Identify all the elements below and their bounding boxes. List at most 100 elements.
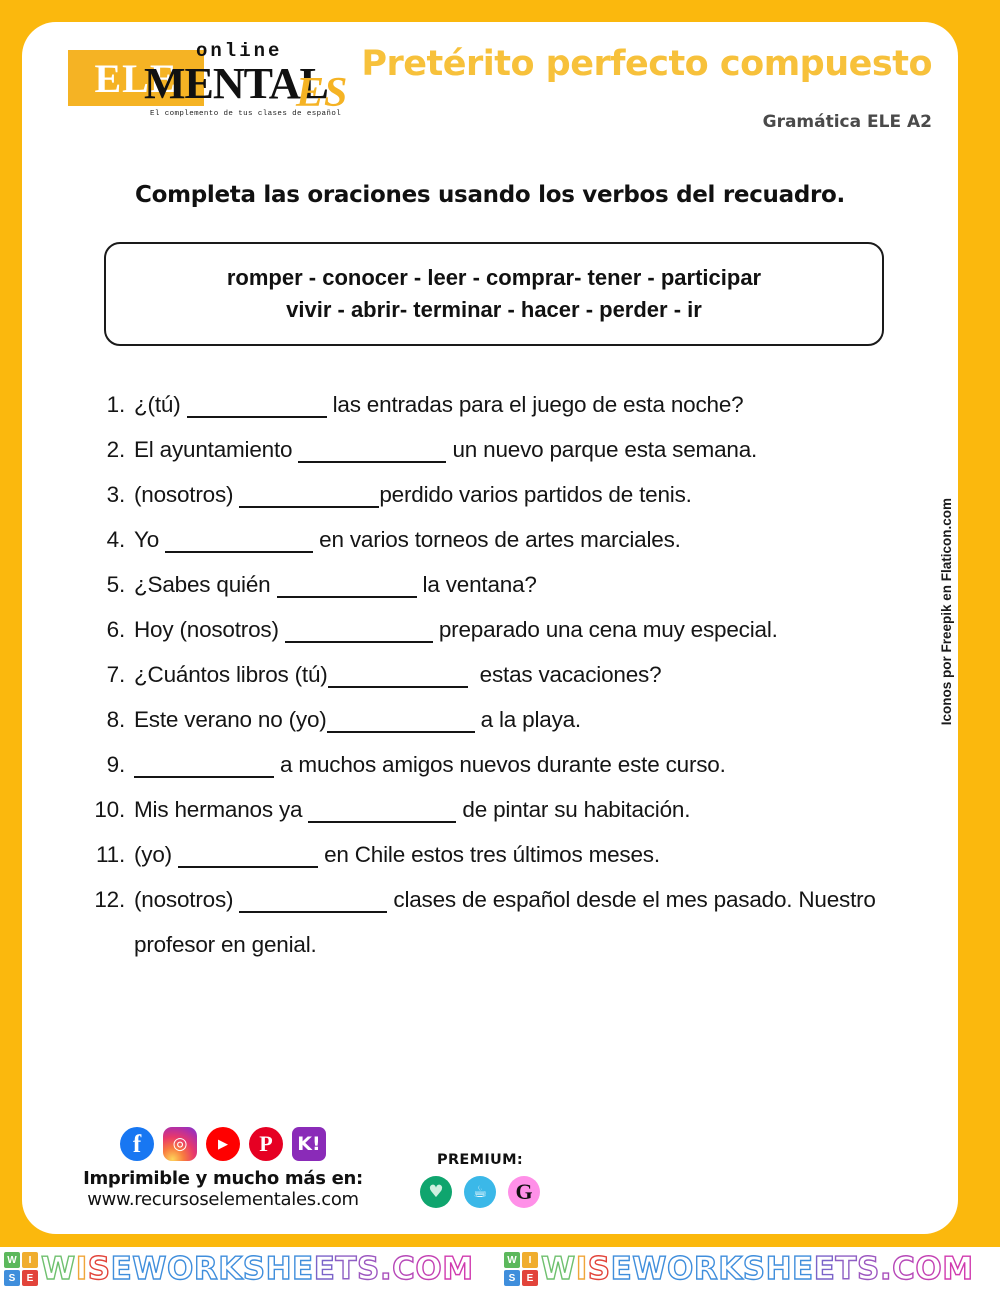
exercise-item: 4. Yo en varios torneos de artes marciale… (80, 517, 960, 562)
page-title: Pretérito perfecto compuesto (361, 44, 932, 84)
sentence-suffix: preparado una cena muy especial. (432, 617, 778, 642)
ko-fi-icon[interactable]: ☕ (464, 1176, 496, 1208)
exercise-sentence: ¿Cuántos libros (tú) estas vacaciones? (134, 652, 960, 697)
wise-logo-cell: W (4, 1252, 20, 1268)
exercise-number: 6. (106, 617, 126, 642)
logo-tagline: El complemento de tus clases de español (150, 110, 342, 118)
facebook-icon[interactable]: f (120, 1127, 154, 1161)
sentence-suffix: las entradas para el juego de esta noche… (326, 392, 744, 417)
answer-blank[interactable] (284, 641, 433, 643)
sentence-prefix: ¿(tú) (134, 392, 187, 417)
footer-brand-block: f ◎ ▶ P K! Imprimible y mucho más en: ww… (58, 1127, 388, 1210)
exercise-item: 3. (nosotros) perdido varios partidos de … (80, 472, 960, 517)
bottom-watermark: W I S E WISEWORKSHEETS.COM W I S E WISEWORKSHEETS… (0, 1247, 1000, 1291)
icon-credit-note: Iconos por Freepik en Flaticon.com (936, 452, 956, 772)
icon-credit-text: Iconos por Freepik en Flaticon.com (938, 498, 954, 726)
answer-blank[interactable] (276, 596, 417, 598)
page-header: ELE online MENTAL ES El complemento de t… (22, 22, 958, 142)
sentence-prefix: (yo) (134, 842, 179, 867)
exercise-number: 8. (106, 707, 126, 732)
exercise-sentence: Yo en varios torneos de artes marciales. (134, 517, 960, 562)
exercise-sentence: ¿(tú) las entradas para el juego de esta… (134, 382, 960, 427)
exercise-sentence: Hoy (nosotros) preparado una cena muy es… (134, 607, 960, 652)
watermark-unit: W I S E WISEWORKSHEETS.COM (0, 1252, 500, 1286)
premium-label: PREMIUM: (437, 1152, 523, 1168)
exercise-item: 7. ¿Cuántos libros (tú) estas vacaciones? (80, 652, 960, 697)
brand-logo: ELE online MENTAL ES El complemento de t… (68, 36, 358, 136)
answer-blank[interactable] (134, 776, 274, 778)
exercise-item: 1. ¿(tú) las entradas para el juego de es… (80, 382, 960, 427)
watermark-text: WISEWORKSHEETS.COM (40, 1250, 474, 1287)
premium-icon-row: ♥ ☕ G (390, 1176, 570, 1208)
sentence-suffix: a la playa. (474, 707, 582, 732)
exercise-sentence: El ayuntamiento un nuevo parque esta sem… (134, 427, 960, 472)
exercise-sentence: Este verano no (yo) a la playa. (134, 697, 960, 742)
wise-logo-cell: S (4, 1270, 20, 1286)
exercise-item: 12. (nosotros) clases de español desde el… (80, 877, 960, 967)
wise-logo-icon: WISE (504, 1252, 538, 1286)
answer-blank[interactable] (239, 911, 388, 913)
sentence-suffix: a muchos amigos nuevos durante este curs… (274, 752, 726, 777)
footer-website-url[interactable]: www.recursoselementales.com (58, 1189, 388, 1210)
exercise-number: 11. (95, 842, 125, 867)
verb-bank-box: romper - conocer - leer - comprar- tener… (104, 242, 884, 346)
exercise-number: 9. (106, 752, 126, 777)
exercise-number: 1. (106, 392, 126, 417)
exercise-sentence: a muchos amigos nuevos durante este curs… (134, 742, 960, 787)
worksheet-page: ELE online MENTAL ES El complemento de t… (22, 22, 958, 1234)
sentence-prefix: Este verano no (yo) (134, 707, 327, 732)
sentence-prefix: ¿Sabes quién (134, 572, 277, 597)
pinterest-icon[interactable]: P (249, 1127, 283, 1161)
kahoot-icon[interactable]: K! (292, 1127, 326, 1161)
wise-logo-icon: WISE (4, 1252, 38, 1286)
sentence-suffix: perdido varios partidos de tenis. (379, 482, 692, 507)
exercise-item: 2. El ayuntamiento un nuevo parque esta s… (80, 427, 960, 472)
answer-blank[interactable] (178, 866, 319, 868)
exercise-item: 5. ¿Sabes quién la ventana? (80, 562, 960, 607)
exercise-sentence: Mis hermanos ya de pintar su habitación. (134, 787, 960, 832)
sentence-suffix: en Chile estos tres últimos meses. (318, 842, 660, 867)
watermark-text: WISEWORKSHEETS.COM (540, 1250, 974, 1287)
exercise-sentence: (nosotros) perdido varios partidos de te… (134, 472, 960, 517)
sentence-suffix: clases de español desde el mes pasado. N… (134, 887, 882, 957)
wise-logo-cell: I (522, 1252, 538, 1268)
wise-logo-cell: S (504, 1270, 520, 1286)
answer-blank[interactable] (308, 821, 457, 823)
answer-blank[interactable] (165, 551, 314, 553)
sentence-suffix: en varios torneos de artes marciales. (313, 527, 681, 552)
sentence-prefix: Mis hermanos ya (134, 797, 309, 822)
exercise-item: 10. Mis hermanos ya de pintar su habitaci… (80, 787, 960, 832)
teachers-pay-teachers-icon[interactable]: ♥ (420, 1176, 452, 1208)
sentence-suffix: estas vacaciones? (467, 662, 662, 687)
exercise-item: 11. (yo) en Chile estos tres últimos mese… (80, 832, 960, 877)
answer-blank[interactable] (326, 731, 475, 733)
sentence-prefix: Hoy (nosotros) (134, 617, 285, 642)
wise-logo-cell: I (22, 1252, 38, 1268)
answer-blank[interactable] (186, 416, 327, 418)
sentence-prefix: (nosotros) (134, 482, 240, 507)
wise-logo-cell: E (22, 1270, 38, 1286)
exercise-list: 1. ¿(tú) las entradas para el juego de es… (80, 382, 960, 967)
exercise-item: 9. a muchos amigos nuevos durante este c… (80, 742, 960, 787)
answer-blank[interactable] (298, 461, 447, 463)
exercise-item: 6. Hoy (nosotros) preparado una cena muy … (80, 607, 960, 652)
youtube-icon[interactable]: ▶ (206, 1127, 240, 1161)
wise-logo-cell: W (504, 1252, 520, 1268)
exercise-number: 7. (106, 662, 126, 687)
exercise-number: 2. (106, 437, 126, 462)
page-subtitle: Gramática ELE A2 (762, 112, 932, 132)
exercise-number: 4. (106, 527, 126, 552)
sentence-prefix: Yo (134, 527, 166, 552)
instagram-icon[interactable]: ◎ (163, 1127, 197, 1161)
sentence-suffix: de pintar su habitación. (456, 797, 691, 822)
exercise-item: 8. Este verano no (yo) a la playa. (80, 697, 960, 742)
exercise-number: 12. (94, 887, 125, 912)
gumroad-icon[interactable]: G (508, 1176, 540, 1208)
verb-bank-line-1: romper - conocer - leer - comprar- tener… (226, 265, 762, 290)
answer-blank[interactable] (239, 506, 380, 508)
sentence-prefix: ¿Cuántos libros (tú) (134, 662, 328, 687)
exercise-number: 5. (106, 572, 126, 597)
exercise-number: 10. (94, 797, 125, 822)
exercise-sentence: (yo) en Chile estos tres últimos meses. (134, 832, 960, 877)
answer-blank[interactable] (327, 686, 468, 688)
